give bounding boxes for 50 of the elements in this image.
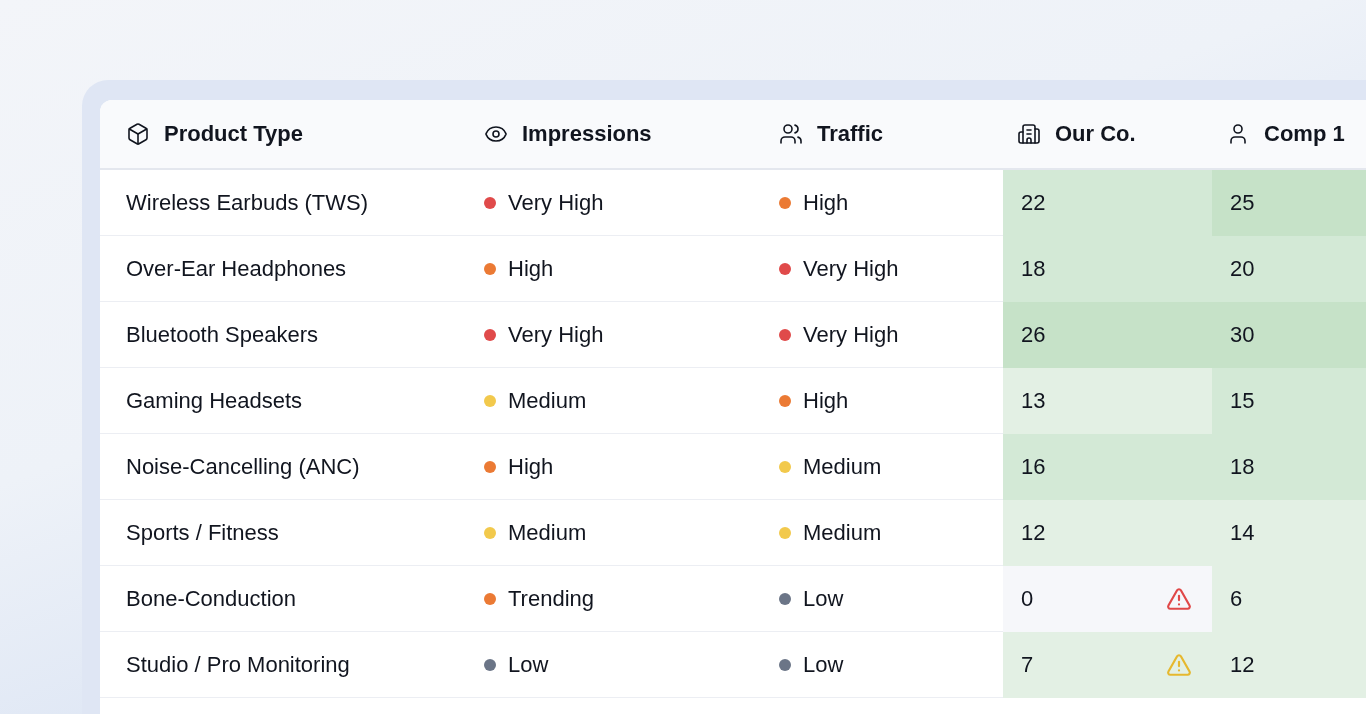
heat-cell: 15 <box>1212 368 1366 434</box>
warning-icon <box>1166 586 1192 612</box>
status-label: High <box>508 453 554 480</box>
product-name: Noise-Cancelling (ANC) <box>126 453 360 480</box>
heat-cell: 20 <box>1212 236 1366 302</box>
status-label: Very High <box>508 189 604 216</box>
header-label: Traffic <box>817 121 884 147</box>
header-label: Our Co. <box>1055 121 1136 147</box>
status-label: Low <box>803 651 844 678</box>
status-label: Trending <box>508 585 594 612</box>
status-label: High <box>803 387 849 414</box>
header-label: Product Type <box>164 121 303 147</box>
building-icon <box>1017 122 1041 146</box>
product-name: Bluetooth Speakers <box>126 321 319 348</box>
heat-cell: 12 <box>1212 632 1366 698</box>
heat-cell: 16 <box>1003 434 1212 500</box>
product-name: Bone-Conduction <box>126 585 296 612</box>
product-name: Wireless Earbuds (TWS) <box>126 189 369 216</box>
heat-cell: 7 <box>1003 632 1212 698</box>
heat-cell: 26 <box>1003 302 1212 368</box>
status-label: High <box>803 189 849 216</box>
product-name: Over-Ear Headphones <box>126 255 347 282</box>
product-name: Studio / Pro Monitoring <box>126 651 350 678</box>
warning-icon <box>1166 652 1192 678</box>
status-label: Low <box>803 585 844 612</box>
heat-cell: 12 <box>1003 500 1212 566</box>
users-icon <box>779 122 803 146</box>
status-label: Medium <box>803 453 882 480</box>
heat-cell: 0 <box>1003 566 1212 632</box>
product-name: Sports / Fitness <box>126 519 279 546</box>
heat-cell: 30 <box>1212 302 1366 368</box>
status-label: High <box>508 255 554 282</box>
heat-cell: 13 <box>1003 368 1212 434</box>
status-label: Very High <box>508 321 604 348</box>
heat-cell: 14 <box>1212 500 1366 566</box>
heat-cell: 6 <box>1212 566 1366 632</box>
status-label: Medium <box>508 387 587 414</box>
header-label: Comp 1 <box>1264 121 1345 147</box>
product-name: Gaming Headsets <box>126 387 303 414</box>
heat-cell: 25 <box>1212 170 1366 236</box>
heat-cell: 18 <box>1212 434 1366 500</box>
status-label: Very High <box>803 255 899 282</box>
status-label: Medium <box>803 519 882 546</box>
box-icon <box>126 122 150 146</box>
heat-cell: 22 <box>1003 170 1212 236</box>
heat-cell: 18 <box>1003 236 1212 302</box>
status-label: Very High <box>803 321 899 348</box>
header-label: Impressions <box>522 121 652 147</box>
status-label: Low <box>508 651 549 678</box>
status-label: Medium <box>508 519 587 546</box>
